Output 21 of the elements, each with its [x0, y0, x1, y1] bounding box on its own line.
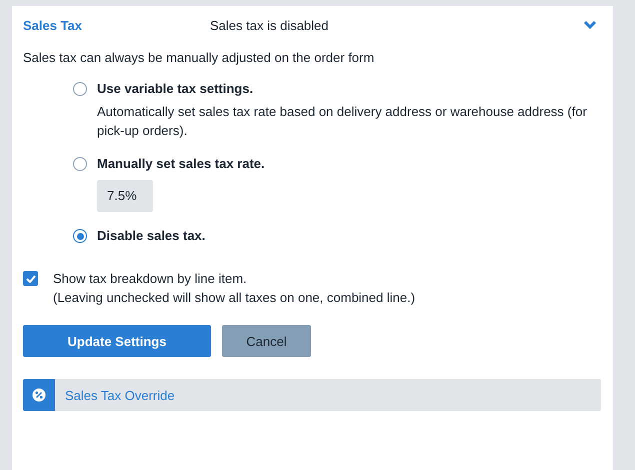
option-label: Use variable tax settings. — [97, 81, 254, 96]
radio-button[interactable] — [73, 82, 87, 96]
section-title: Sales Tax — [23, 18, 84, 32]
rate-field[interactable]: 7.5% — [97, 180, 153, 212]
override-label[interactable]: Sales Tax Override — [65, 388, 175, 402]
radio-button[interactable] — [73, 157, 87, 171]
override-bar[interactable]: Sales Tax Override — [23, 379, 601, 411]
percent-badge-icon — [23, 379, 55, 411]
update-button[interactable]: Update Settings — [23, 325, 211, 357]
option-label: Disable sales tax. — [97, 228, 206, 243]
checkbox-hint: (Leaving unchecked will show all taxes on one, combined line.) — [53, 289, 416, 307]
checkbox[interactable] — [23, 271, 38, 286]
radio-button[interactable] — [73, 229, 87, 243]
checkmark-icon — [26, 274, 36, 282]
chevron-down-icon[interactable] — [583, 20, 597, 30]
checkbox-label: Show tax breakdown by line item. — [53, 270, 248, 288]
cancel-button[interactable]: Cancel — [222, 325, 311, 357]
status-text: Sales tax is disabled — [210, 18, 330, 32]
note-text: Sales tax can always be manually adjusted on the order form — [23, 50, 376, 65]
option-label: Manually set sales tax rate. — [97, 156, 265, 171]
option-description: Automatically set sales tax rate based on delivery address or warehouse address (for pick-up orders). — [97, 103, 588, 140]
